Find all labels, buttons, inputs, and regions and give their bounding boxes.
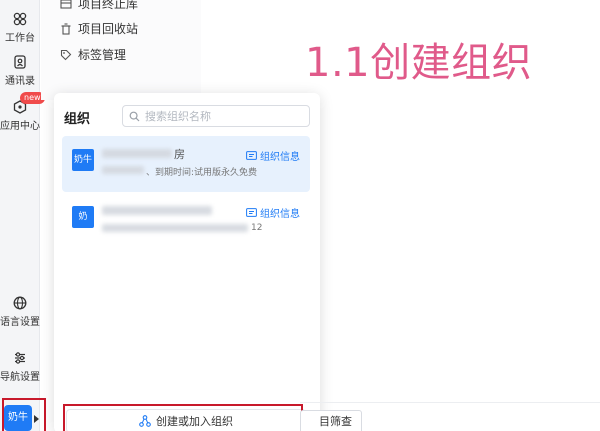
org-info-label: 组织信息 — [260, 209, 300, 220]
trash-icon — [61, 22, 71, 35]
divider — [300, 402, 600, 403]
org-expiry: 12 — [251, 223, 263, 233]
org-expiry: 、到期时间:试用版永久免费 — [146, 168, 258, 178]
org-logo: 奶牛 — [72, 149, 94, 171]
create-org-label: 创建或加入组织 — [156, 415, 233, 428]
filter-button[interactable]: 目筛查 — [300, 410, 362, 431]
redacted-org-detail — [102, 224, 248, 232]
org-switcher-panel: 组织 搜索组织名称 奶牛 房 、到期时间:试用版永久免费 组织信息 奶 12 组… — [54, 93, 320, 431]
archive-icon — [60, 0, 72, 9]
contacts-icon — [14, 55, 26, 69]
search-placeholder: 搜索组织名称 — [145, 110, 211, 123]
globe-icon — [13, 296, 27, 310]
redacted-org-name — [102, 149, 172, 158]
workbench-icon — [13, 12, 27, 26]
redacted-org-detail — [102, 166, 144, 174]
caret-right-icon — [34, 415, 39, 423]
menu-item-label: 项目回收站 — [78, 22, 139, 36]
rail-item-workbench[interactable]: 工作台 — [0, 12, 40, 44]
tag-icon — [60, 49, 72, 60]
annotation-heading: 1.1创建组织 — [305, 40, 533, 86]
org-name-suffix: 房 — [174, 148, 185, 161]
org-avatar-button[interactable]: 奶牛 — [4, 405, 32, 431]
rail-label: 工作台 — [5, 33, 35, 44]
menu-item-label: 项目终止库 — [78, 0, 139, 11]
nav-rail: 工作台 通讯录 new 应用中心 语言设置 导航设置 — [0, 0, 45, 431]
org-logo: 奶 — [72, 206, 94, 228]
rail-item-language[interactable]: 语言设置 — [0, 296, 40, 328]
id-card-icon — [246, 208, 257, 217]
rail-label: 导航设置 — [0, 372, 40, 383]
org-structure-icon — [139, 415, 151, 427]
menu-item-tags[interactable]: 标签管理 — [60, 46, 126, 63]
create-or-join-org-button[interactable]: 创建或加入组织 — [66, 409, 306, 431]
org-card[interactable]: 奶 12 组织信息 — [62, 196, 310, 252]
org-search-input[interactable]: 搜索组织名称 — [122, 105, 310, 127]
sliders-icon — [15, 352, 25, 364]
menu-item-recycle-bin[interactable]: 项目回收站 — [60, 20, 138, 37]
rail-item-nav-settings[interactable]: 导航设置 — [0, 351, 40, 383]
rail-label: 通讯录 — [5, 76, 35, 87]
org-info-label: 组织信息 — [260, 152, 300, 163]
search-icon — [129, 111, 140, 121]
rail-item-contacts[interactable]: 通讯录 — [0, 55, 40, 87]
org-info-link[interactable]: 组织信息 — [246, 205, 300, 220]
menu-item-archive[interactable]: 项目终止库 — [60, 0, 138, 12]
org-info-link[interactable]: 组织信息 — [246, 148, 300, 163]
rail-item-app-center[interactable]: new 应用中心 — [0, 92, 45, 132]
org-panel-title: 组织 — [64, 112, 91, 127]
rail-label: 语言设置 — [0, 317, 40, 328]
menu-item-label: 标签管理 — [78, 48, 127, 62]
redacted-org-name — [102, 206, 212, 215]
id-card-icon — [246, 151, 257, 160]
org-card[interactable]: 奶牛 房 、到期时间:试用版永久免费 组织信息 — [62, 136, 310, 192]
rail-label: 应用中心 — [0, 121, 40, 132]
